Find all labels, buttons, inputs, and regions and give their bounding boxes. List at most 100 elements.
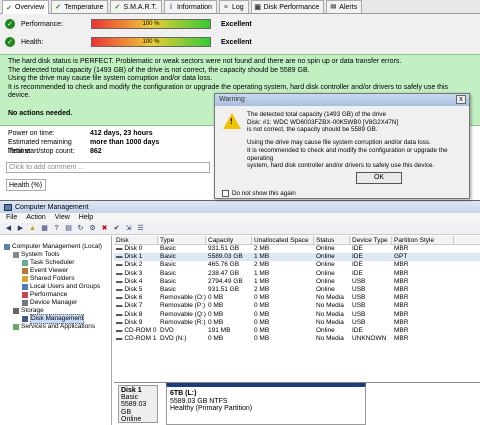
table-row[interactable]: ▬ Disk 0 Basic 931.51 GB 2 MB Online IDE MBR [114, 245, 480, 253]
back-icon[interactable]: ◀ [4, 225, 13, 233]
menu-action[interactable]: Action [26, 213, 45, 223]
table-cell: 1 MB [254, 277, 270, 285]
disk-name: Disk 1 [121, 387, 142, 394]
check-icon[interactable]: ✔ [112, 225, 121, 233]
table-cell: 1 MB [254, 269, 270, 277]
table-row[interactable]: ▬ Disk 5 Basic 931.51 GB 2 MB Online USB MBR [114, 286, 480, 294]
info-value: more than 1000 days [90, 139, 160, 146]
dont-show-label: Do not show this again [232, 190, 296, 197]
tree-item[interactable]: Disk Management [0, 314, 111, 324]
tab-label: Information [176, 3, 212, 11]
table-row[interactable]: ▬ Disk 7 Removable (P:) 0 MB 0 MB No Media US… [114, 302, 480, 310]
tab-alerts[interactable]: ✉ Alerts [326, 0, 363, 13]
close-button[interactable]: x [456, 95, 466, 104]
table-cell: UNKNOWN [352, 335, 387, 343]
tab-temperature[interactable]: ✓ Temperature [51, 0, 109, 13]
clock-icon [22, 260, 28, 266]
disk-graphical-view: Disk 1 Basic 5589.03 GB Online 6TB (L:) … [114, 382, 480, 425]
status-line: The detected total capacity (1493 GB) of… [8, 66, 310, 74]
tab-log[interactable]: ≡ Log [218, 0, 249, 13]
partition-status: Healthy (Primary Partition) [170, 405, 253, 412]
tree-item-label: Shared Folders [30, 275, 75, 282]
table-cell: Online [316, 245, 335, 252]
tree-item[interactable]: Computer Management (Local) [0, 243, 111, 251]
forward-icon[interactable]: ▶ [16, 225, 25, 233]
tree-item[interactable]: Event Viewer [0, 267, 111, 275]
tree-item[interactable]: Local Users and Groups [0, 283, 111, 291]
tree-item[interactable]: Task Scheduler [0, 259, 111, 267]
table-row[interactable]: ▬ Disk 4 Basic 2794.49 GB 1 MB Online USB MBR [114, 278, 480, 286]
health-value: Excellent [221, 38, 252, 46]
tab-information[interactable]: i Information [163, 0, 217, 13]
partition-name: 6TB (L:) [170, 390, 197, 397]
table-cell: 0 MB [208, 318, 224, 326]
alert-icon: ✉ [330, 4, 337, 11]
table-cell: CD-ROM 0 [124, 326, 157, 334]
help-icon[interactable]: ? [52, 225, 61, 233]
info-icon: i [169, 3, 172, 11]
delete-icon[interactable]: ✖ [100, 225, 109, 233]
column-header[interactable]: Capacity [206, 236, 252, 244]
table-row[interactable]: ▬ Disk 2 Basic 465.76 GB 2 MB Online IDE MBR [114, 261, 480, 269]
column-header[interactable]: Unallocated Space [252, 236, 314, 244]
table-cell: MBR [394, 294, 409, 302]
menu-help[interactable]: Help [79, 213, 93, 223]
table-cell: USB [352, 294, 366, 302]
properties-icon[interactable]: ▦ [40, 225, 49, 233]
performance-row: ✓ Performance: 100 % Excellent [0, 16, 480, 32]
table-cell: 0 MB [208, 302, 224, 310]
tab-overview[interactable]: ✓ Overview [2, 0, 50, 14]
tree-item[interactable]: Services and Applications [0, 323, 111, 331]
disk-status: Online [121, 415, 142, 423]
export-icon[interactable]: ⇲ [124, 225, 133, 233]
dont-show-option[interactable]: Do not show this again [222, 190, 296, 197]
table-row[interactable]: ▬ CD-ROM 1 DVD (N:) 0 MB 0 MB No Media UNKNOW… [114, 335, 480, 343]
menu-view[interactable]: View [55, 213, 70, 223]
column-header[interactable]: Status [314, 236, 350, 244]
menu-file[interactable]: File [6, 213, 17, 223]
table-cell: Online [316, 326, 335, 334]
performance-icon [22, 292, 28, 298]
table-row[interactable]: ▬ Disk 1 Basic 5589.03 GB 1 MB Online IDE GPT [114, 253, 480, 262]
check-icon: ✓ [5, 19, 15, 29]
message-line: Using the drive may cause file system co… [247, 139, 431, 147]
tree-item[interactable]: Device Manager [0, 299, 111, 307]
column-header[interactable]: Disk [114, 236, 158, 244]
tab-health[interactable]: Health (%) [6, 179, 46, 191]
column-header[interactable]: Device Type [350, 236, 392, 244]
table-cell: Removable (R:) [160, 318, 206, 326]
list-icon[interactable]: ☰ [136, 225, 145, 233]
performance-bar: 100 % [91, 19, 211, 29]
tab-disk-performance[interactable]: ▣ Disk Performance [250, 0, 325, 13]
table-cell: MBR [394, 335, 409, 343]
tab-s-m-a-r-t[interactable]: ✓ S.M.A.R.T. [110, 0, 162, 13]
table-cell: Online [316, 277, 335, 285]
partition-box[interactable]: 6TB (L:) 5589.03 GB NTFS Healthy (Primar… [166, 383, 366, 425]
view-icon[interactable]: ▤ [64, 225, 73, 233]
table-header: Disk Type Capacity Unallocated Space Status D… [114, 236, 480, 245]
ok-button[interactable]: OK [356, 172, 402, 184]
disk-table: Disk Type Capacity Unallocated Space Status D… [114, 236, 480, 386]
refresh-icon[interactable]: ↻ [76, 225, 85, 233]
table-cell: Disk 3 [124, 269, 143, 277]
table-cell: 0 MB [254, 294, 270, 302]
column-header[interactable]: Partition Style [392, 236, 454, 244]
column-header[interactable]: Type [158, 236, 206, 244]
check-icon: ✓ [5, 37, 15, 47]
table-row[interactable]: ▬ CD-ROM 0 DVD 191 MB 0 MB Online IDE MBR [114, 327, 480, 335]
dont-show-checkbox[interactable] [222, 190, 229, 197]
tree-item[interactable]: Shared Folders [0, 275, 111, 283]
table-row[interactable]: ▬ Disk 3 Basic 238.47 GB 1 MB Online IDE MBR [114, 270, 480, 278]
services-icon [13, 324, 19, 330]
comment-input[interactable]: Click to add comment ... [6, 162, 210, 173]
up-folder-icon[interactable]: ▲ [28, 225, 37, 233]
tree-item[interactable]: Performance [0, 291, 111, 299]
table-cell: Online [316, 285, 335, 293]
disk-label-box[interactable]: Disk 1 Basic 5589.03 GB Online [118, 385, 158, 423]
tree-item[interactable]: System Tools [0, 251, 111, 259]
tab-label: Log [231, 3, 244, 11]
table-row[interactable]: ▬ Disk 8 Removable (Q:) 0 MB 0 MB No Media US… [114, 311, 480, 319]
table-row[interactable]: ▬ Disk 6 Removable (O:) 0 MB 0 MB No Media US… [114, 294, 480, 302]
table-row[interactable]: ▬ Disk 9 Removable (R:) 0 MB 0 MB No Media US… [114, 319, 480, 327]
settings-icon[interactable]: ⚙ [88, 225, 97, 233]
